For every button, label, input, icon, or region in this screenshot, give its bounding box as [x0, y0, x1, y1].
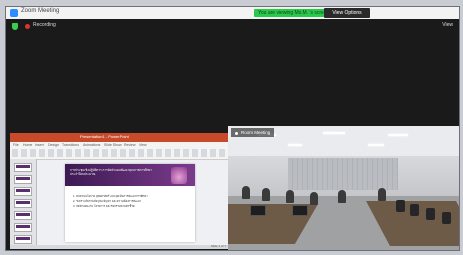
slide-thumbnail[interactable] [14, 235, 32, 244]
ppt-tab[interactable]: File [13, 143, 19, 147]
participant-name-tag: Room Meeting [231, 128, 275, 137]
slide-thumbnail[interactable] [14, 187, 32, 196]
zoom-window: Zoom Meeting You are viewing Ms.M. 's sc… [5, 6, 460, 251]
meeting-topbar: Recording View [6, 19, 459, 33]
slide-thumbnail[interactable] [14, 211, 32, 220]
ppt-tab[interactable]: Insert [35, 143, 44, 147]
participant-video[interactable]: Room Meeting [228, 126, 459, 250]
ceiling-light [368, 144, 384, 146]
slide-thumbnail[interactable] [14, 163, 32, 172]
ppt-titlebar: Presentation1 - PowerPoint [10, 133, 230, 142]
ppt-tab[interactable]: Transitions [62, 143, 79, 147]
participant-person [338, 190, 346, 203]
ppt-tab[interactable]: View [139, 143, 147, 147]
slide-thumbnails[interactable] [10, 159, 37, 245]
current-slide[interactable]: การประชุมเชิงปฏิบัติการ การจัดทำแผนพัฒนา… [65, 164, 195, 242]
ppt-ribbon: File Home Insert Design Transitions Anim… [10, 142, 230, 160]
participant-person [262, 188, 270, 201]
temple-image [171, 167, 187, 184]
slide-title: การประชุมเชิงปฏิบัติการ การจัดทำแผนพัฒนา… [70, 168, 153, 176]
participant-person [310, 192, 318, 205]
zoom-app-icon [10, 9, 18, 17]
ppt-tab[interactable]: Home [23, 143, 32, 147]
participant-person [286, 190, 294, 203]
ppt-tab[interactable]: Design [48, 143, 59, 147]
ppt-tab[interactable]: Review [124, 143, 135, 147]
participant-person [242, 186, 250, 199]
ppt-tab[interactable]: Slide Show [104, 143, 122, 147]
recording-dot-icon [25, 24, 30, 29]
ppt-toolbar[interactable] [12, 149, 226, 157]
ppt-tab[interactable]: Animations [83, 143, 100, 147]
view-button[interactable]: View [442, 22, 453, 28]
slide-thumbnail[interactable] [14, 223, 32, 232]
shield-icon[interactable] [12, 23, 18, 30]
slide-bullet: 3. จัดทำแผนงาน โครงการ และกิจกรรมตามตัวช… [73, 204, 135, 208]
slide-thumbnail[interactable] [14, 199, 32, 208]
laptop-monitor [250, 205, 266, 216]
participant-name: Room Meeting [241, 130, 271, 135]
slide-header: การประชุมเชิงปฏิบัติการ การจัดทำแผนพัฒนา… [65, 164, 195, 186]
window-title: Zoom Meeting [21, 8, 60, 14]
view-options-button[interactable]: View Options [324, 8, 370, 18]
chair [396, 200, 405, 212]
laptop-monitor [292, 205, 308, 216]
ppt-status-bar: Slide 1 of 7 [10, 244, 230, 249]
video-blinds [288, 158, 398, 190]
slide-bullets: 1. ทบทวนนโยบาย ยุทธศาสตร์ และจุดเน้นการพ… [73, 194, 191, 209]
microphone-icon [235, 132, 238, 135]
title-bar: Zoom Meeting You are viewing Ms.M. 's sc… [6, 7, 459, 19]
banner-text: You are viewing Ms.M. 's screen [258, 10, 330, 16]
recording-label[interactable]: Recording [33, 22, 56, 28]
ceiling-light [288, 144, 302, 146]
participant-person [378, 188, 386, 201]
ceiling-light [323, 132, 345, 134]
shared-screen[interactable]: Presentation1 - PowerPoint File Home Ins… [10, 133, 230, 249]
ceiling-light [388, 134, 408, 136]
slide-counter: Slide 1 of 7 [210, 244, 226, 248]
chair [442, 212, 451, 224]
ppt-file-title: Presentation1 - PowerPoint [80, 134, 129, 139]
chair [410, 204, 419, 216]
slide-thumbnail[interactable] [14, 175, 32, 184]
chair [426, 208, 435, 220]
